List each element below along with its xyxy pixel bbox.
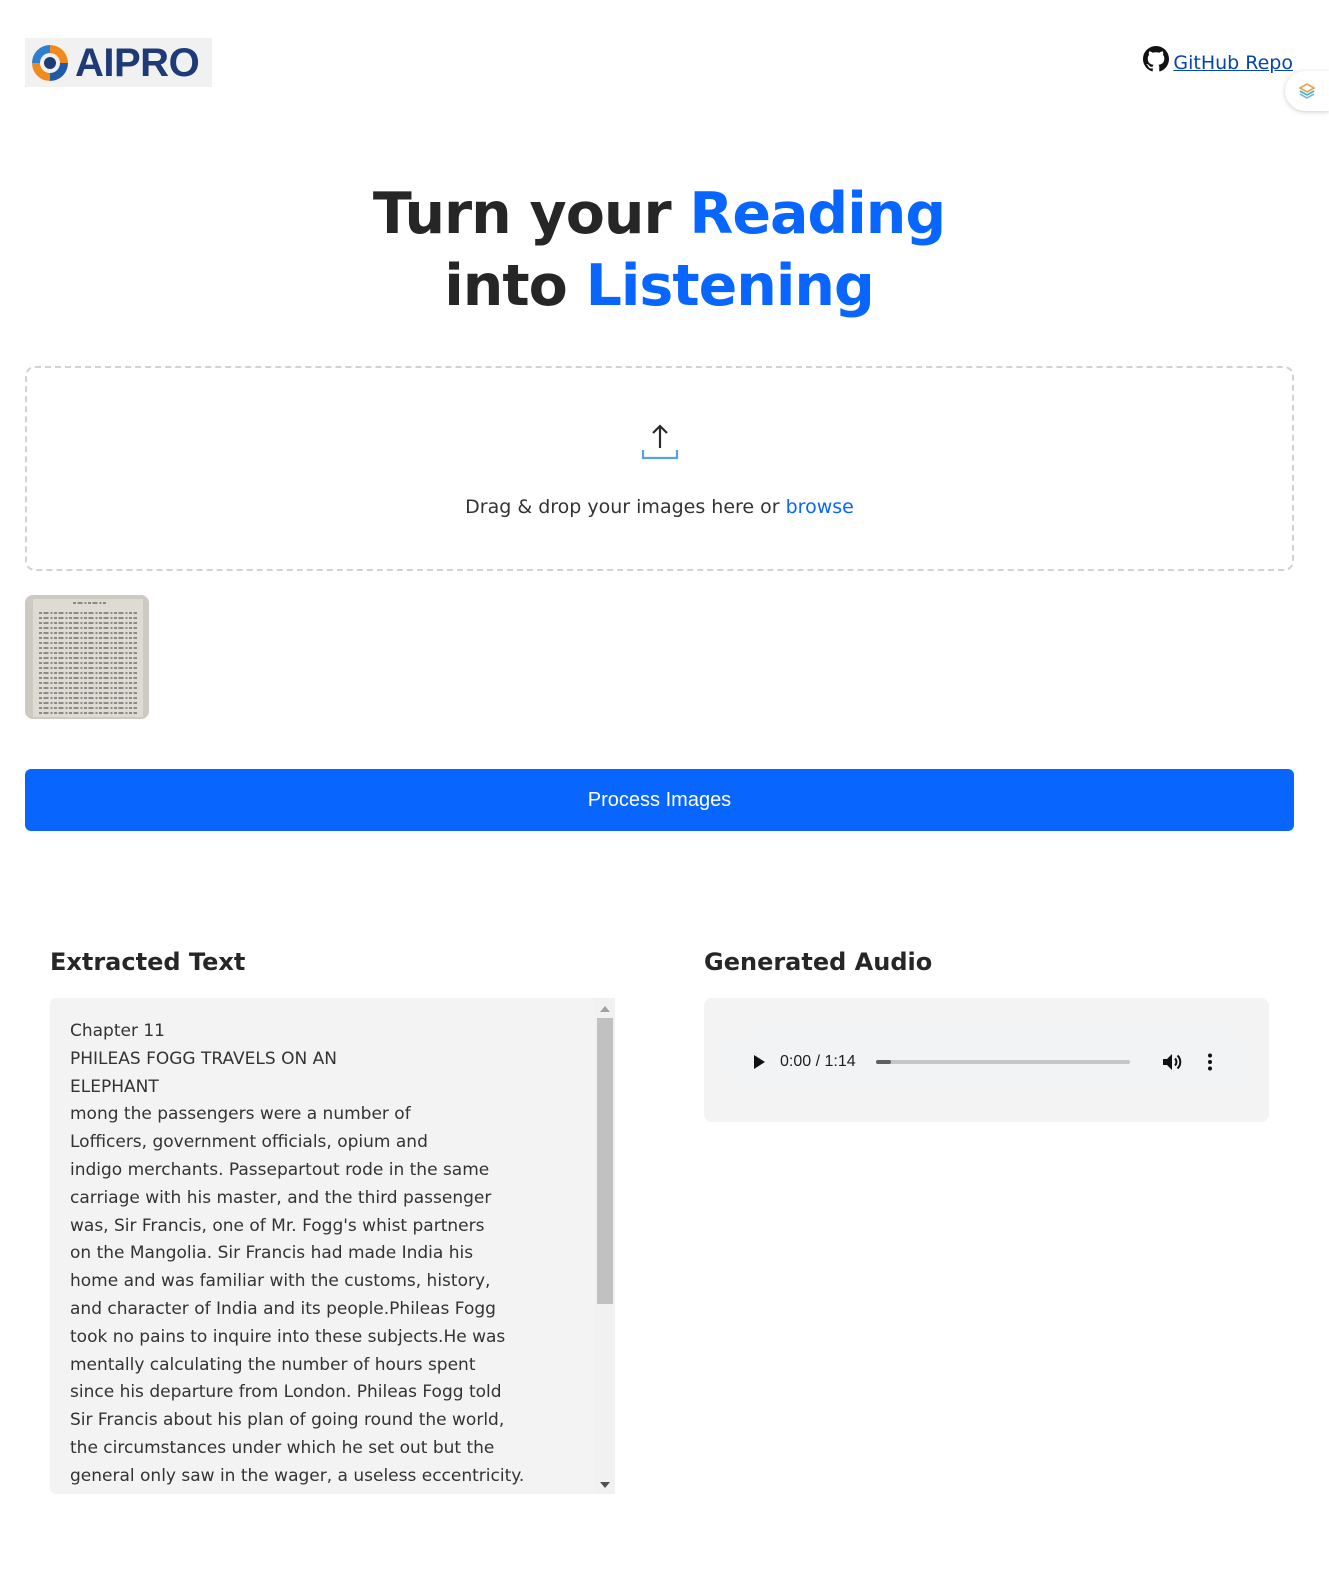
extracted-text-area[interactable]: Chapter 11 PHILEAS FOGG TRAVELS ON AN EL… [50,998,615,1494]
dropzone-instruction: Drag & drop your images here or [465,496,786,518]
audio-player[interactable]: 0:00 / 1:14 [724,1031,1249,1093]
logo-icon [32,44,68,81]
github-repo-link[interactable]: GitHub Repo [1143,46,1293,74]
more-options-icon[interactable] [1198,1050,1222,1074]
hero-title: Turn your Reading into Listening [0,178,1318,322]
extension-badge[interactable] [1285,71,1329,111]
logo[interactable]: AIPRO [25,38,212,87]
hero-line2-accent: Listening [585,253,875,319]
browse-link[interactable]: browse [786,496,854,518]
logo-text: AIPRO [75,40,200,85]
extension-icon [1298,83,1316,99]
uploaded-image-thumbnail[interactable] [25,595,149,719]
hero-line2-plain: into [444,253,586,319]
volume-icon[interactable] [1160,1050,1184,1074]
upload-icon [641,424,678,460]
page: AIPRO GitHub Repo Turn your Reading into… [0,0,1329,1581]
audio-seek-progress [875,1060,891,1064]
scrollbar[interactable] [595,998,615,1494]
extracted-text-content: Chapter 11 PHILEAS FOGG TRAVELS ON AN EL… [70,1021,525,1486]
extracted-text-title: Extracted Text [50,948,246,976]
scroll-down-arrow[interactable] [600,1482,610,1488]
hero-line1-accent: Reading [689,181,946,247]
hero-line1-plain: Turn your [372,181,690,247]
audio-time: 0:00 / 1:14 [780,1053,856,1070]
audio-card: 0:00 / 1:14 [704,998,1269,1122]
image-dropzone[interactable]: Drag & drop your images here or browse [25,366,1294,571]
dropzone-text: Drag & drop your images here or browse [465,496,854,518]
audio-seek-bar[interactable] [875,1060,1130,1064]
scroll-up-arrow[interactable] [600,1006,610,1012]
github-repo-label: GitHub Repo [1173,52,1293,74]
play-icon[interactable] [750,1053,768,1071]
github-icon [1143,46,1170,72]
page-scan-image [25,595,149,719]
process-images-button[interactable]: Process Images [25,769,1294,831]
scroll-thumb[interactable] [597,1018,613,1304]
generated-audio-title: Generated Audio [704,948,933,976]
